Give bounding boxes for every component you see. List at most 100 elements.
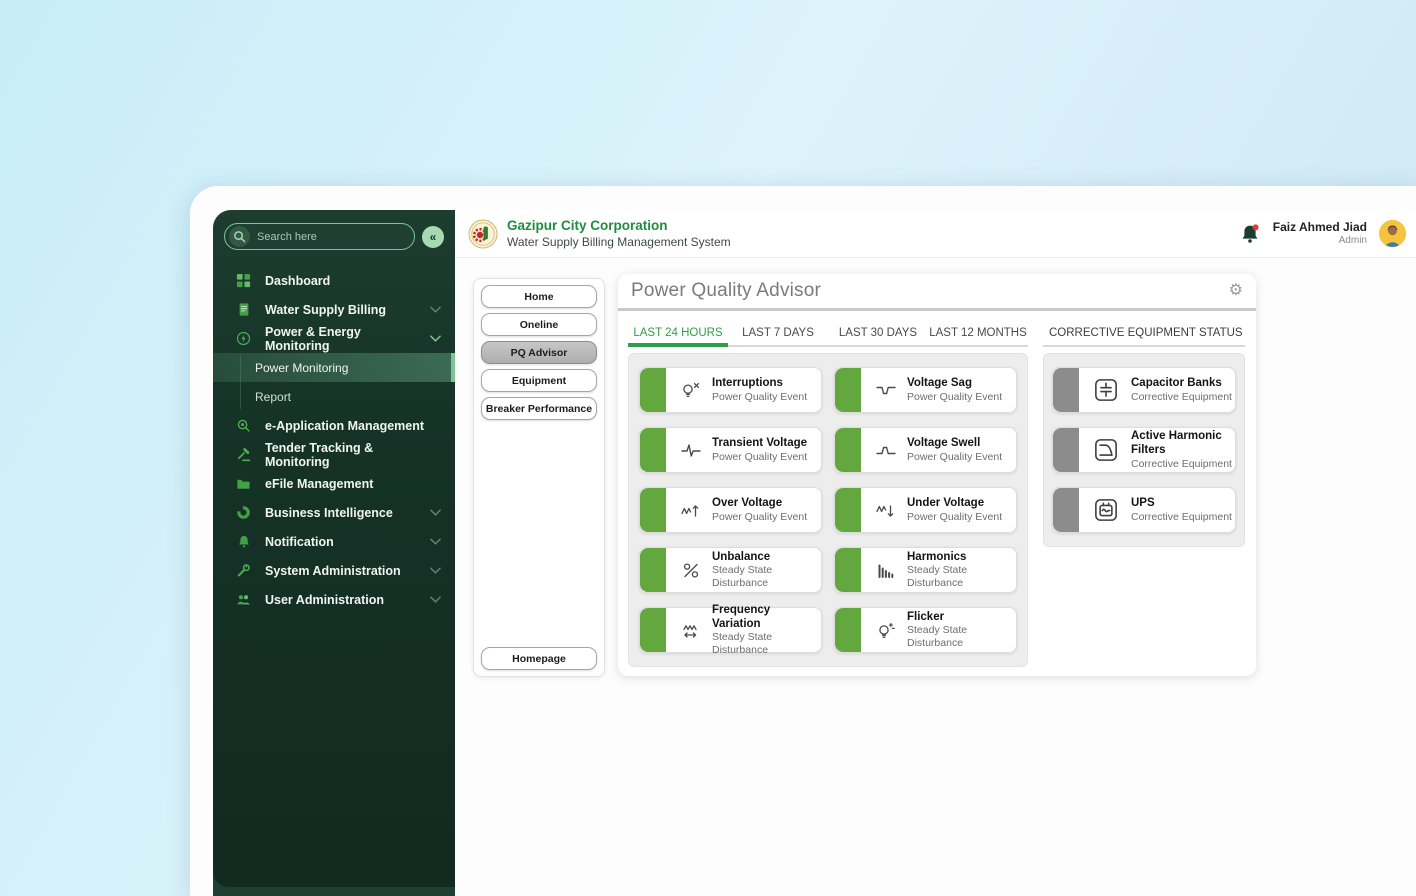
power-quality-advisor-panel: Power Quality Advisor ⚙ LAST 24 HOURS LA… bbox=[618, 274, 1256, 676]
card-title: Capacitor Banks bbox=[1131, 376, 1232, 390]
page-title: Power Quality Advisor bbox=[631, 280, 821, 302]
sidebar-item-business-intelligence[interactable]: Business Intelligence bbox=[213, 498, 455, 527]
folder-icon bbox=[235, 475, 252, 492]
avatar[interactable] bbox=[1379, 220, 1406, 247]
unbalance-icon bbox=[680, 560, 702, 580]
subnav-breaker-performance-button[interactable]: Breaker Performance bbox=[481, 397, 597, 420]
card-accent-bar bbox=[835, 368, 861, 412]
gear-icon[interactable]: ⚙ bbox=[1229, 283, 1243, 299]
subnav-homepage-button[interactable]: Homepage bbox=[481, 647, 597, 670]
subnav-pq-advisor-button[interactable]: PQ Advisor bbox=[481, 341, 597, 364]
search-icon bbox=[229, 226, 250, 247]
sidebar-item-system-administration[interactable]: System Administration bbox=[213, 556, 455, 585]
sidebar-nav: Dashboard Water Supply Billing Power bbox=[213, 262, 455, 614]
sidebar-item-label: Water Supply Billing bbox=[265, 303, 386, 317]
event-card-flicker[interactable]: Flicker Steady State Disturbance bbox=[834, 607, 1017, 653]
header-right: Faiz Ahmed Jiad Admin bbox=[1239, 220, 1406, 248]
sidebar-item-power-energy-monitoring[interactable]: Power & Energy Monitoring bbox=[213, 324, 455, 353]
sidebar-item-label: Power & Energy Monitoring bbox=[265, 325, 417, 353]
time-range-tabs: LAST 24 HOURS LAST 7 DAYS LAST 30 DAYS L… bbox=[628, 320, 1028, 347]
tab-last-12-months[interactable]: LAST 12 MONTHS bbox=[928, 320, 1028, 345]
card-accent-bar bbox=[835, 548, 861, 592]
sidebar-item-label: Business Intelligence bbox=[265, 506, 393, 520]
event-card-under-voltage[interactable]: Under Voltage Power Quality Event bbox=[834, 487, 1017, 533]
card-title: Frequency Variation bbox=[712, 603, 821, 632]
event-card-transient-voltage[interactable]: Transient Voltage Power Quality Event bbox=[639, 427, 822, 473]
card-accent-bar bbox=[640, 488, 666, 532]
card-title: Interruptions bbox=[712, 376, 807, 390]
sidebar-item-efile-management[interactable]: eFile Management bbox=[213, 469, 455, 498]
event-card-voltage-sag[interactable]: Voltage Sag Power Quality Event bbox=[834, 367, 1017, 413]
chevron-down-icon bbox=[430, 335, 441, 342]
notification-bell-icon[interactable] bbox=[1239, 223, 1261, 245]
card-title: Harmonics bbox=[907, 550, 1016, 564]
card-subtitle: Corrective Equipment bbox=[1131, 391, 1232, 404]
app-container: « Dashboard Water Supply Billing bbox=[190, 186, 1416, 896]
card-accent-bar bbox=[640, 548, 666, 592]
card-title: Unbalance bbox=[712, 550, 821, 564]
card-subtitle: Power Quality Event bbox=[907, 391, 1002, 404]
dashboard-grid-icon bbox=[235, 272, 252, 289]
tab-last-30-days[interactable]: LAST 30 DAYS bbox=[828, 320, 928, 345]
search-box[interactable] bbox=[224, 223, 415, 250]
main-content: Home Oneline PQ Advisor Equipment Breake… bbox=[455, 258, 1416, 896]
event-card-frequency-variation[interactable]: Frequency Variation Steady State Disturb… bbox=[639, 607, 822, 653]
sidebar-item-notification[interactable]: Notification bbox=[213, 527, 455, 556]
card-subtitle: Steady State Disturbance bbox=[907, 624, 1016, 650]
search-input[interactable] bbox=[257, 231, 410, 243]
voltage-swell-icon bbox=[875, 440, 897, 460]
sidebar-item-dashboard[interactable]: Dashboard bbox=[213, 266, 455, 295]
chevron-down-icon bbox=[430, 538, 441, 545]
sidebar-item-label: User Administration bbox=[265, 593, 384, 607]
subnav-oneline-button[interactable]: Oneline bbox=[481, 313, 597, 336]
card-accent-bar bbox=[640, 608, 666, 652]
tab-last-24-hours[interactable]: LAST 24 HOURS bbox=[628, 320, 728, 345]
interruptions-bulb-x-icon bbox=[680, 380, 702, 400]
event-card-interruptions[interactable]: Interruptions Power Quality Event bbox=[639, 367, 822, 413]
corrective-card-ups[interactable]: UPS Corrective Equipment bbox=[1052, 487, 1236, 533]
event-card-over-voltage[interactable]: Over Voltage Power Quality Event bbox=[639, 487, 822, 533]
card-subtitle: Power Quality Event bbox=[712, 391, 807, 404]
sidebar-item-user-administration[interactable]: User Administration bbox=[213, 585, 455, 614]
pq-subnav-panel: Home Oneline PQ Advisor Equipment Breake… bbox=[473, 278, 605, 677]
frequency-variation-icon bbox=[680, 620, 702, 640]
sidebar-item-label: eFile Management bbox=[265, 477, 373, 491]
chevron-down-icon bbox=[430, 596, 441, 603]
events-column: LAST 24 HOURS LAST 7 DAYS LAST 30 DAYS L… bbox=[628, 320, 1028, 667]
card-accent-bar bbox=[835, 608, 861, 652]
chevron-down-icon bbox=[430, 306, 441, 313]
gavel-icon bbox=[235, 446, 252, 463]
card-title: Transient Voltage bbox=[712, 436, 807, 450]
subnav-equipment-button[interactable]: Equipment bbox=[481, 369, 597, 392]
sidebar-item-label: e-Application Management bbox=[265, 419, 424, 433]
users-icon bbox=[235, 591, 252, 608]
tab-last-7-days[interactable]: LAST 7 DAYS bbox=[728, 320, 828, 345]
flicker-bulb-icon bbox=[875, 620, 897, 640]
sidebar-item-label: Tender Tracking & Monitoring bbox=[265, 441, 441, 469]
user-block[interactable]: Faiz Ahmed Jiad Admin bbox=[1273, 220, 1367, 248]
system-name: Water Supply Billing Management System bbox=[507, 235, 731, 249]
sidebar-item-label: Notification bbox=[265, 535, 334, 549]
sidebar-item-water-supply-billing[interactable]: Water Supply Billing bbox=[213, 295, 455, 324]
energy-bolt-icon bbox=[235, 330, 252, 347]
event-card-voltage-swell[interactable]: Voltage Swell Power Quality Event bbox=[834, 427, 1017, 473]
event-card-unbalance[interactable]: Unbalance Steady State Disturbance bbox=[639, 547, 822, 593]
card-subtitle: Corrective Equipment bbox=[1131, 511, 1232, 524]
sidebar-item-e-application-management[interactable]: e-Application Management bbox=[213, 411, 455, 440]
event-card-harmonics[interactable]: Harmonics Steady State Disturbance bbox=[834, 547, 1017, 593]
subnav-home-button[interactable]: Home bbox=[481, 285, 597, 308]
ups-icon bbox=[1093, 498, 1119, 522]
card-subtitle: Power Quality Event bbox=[712, 511, 807, 524]
sidebar-collapse-button[interactable]: « bbox=[422, 226, 444, 248]
corrective-card-active-harmonic-filters[interactable]: Active Harmonic Filters Corrective Equip… bbox=[1052, 427, 1236, 473]
sidebar-subitem-report[interactable]: Report bbox=[213, 382, 455, 411]
sidebar-item-tender-tracking[interactable]: Tender Tracking & Monitoring bbox=[213, 440, 455, 469]
user-name: Faiz Ahmed Jiad bbox=[1273, 220, 1367, 235]
corrective-card-list: Capacitor Banks Corrective Equipment Act… bbox=[1043, 353, 1245, 547]
sidebar-subitem-power-monitoring[interactable]: Power Monitoring bbox=[213, 353, 455, 382]
card-accent-bar bbox=[640, 368, 666, 412]
over-voltage-icon bbox=[680, 500, 702, 520]
panel-body: LAST 24 HOURS LAST 7 DAYS LAST 30 DAYS L… bbox=[618, 311, 1256, 681]
event-card-grid: Interruptions Power Quality Event Voltag… bbox=[628, 353, 1028, 667]
corrective-card-capacitor-banks[interactable]: Capacitor Banks Corrective Equipment bbox=[1052, 367, 1236, 413]
